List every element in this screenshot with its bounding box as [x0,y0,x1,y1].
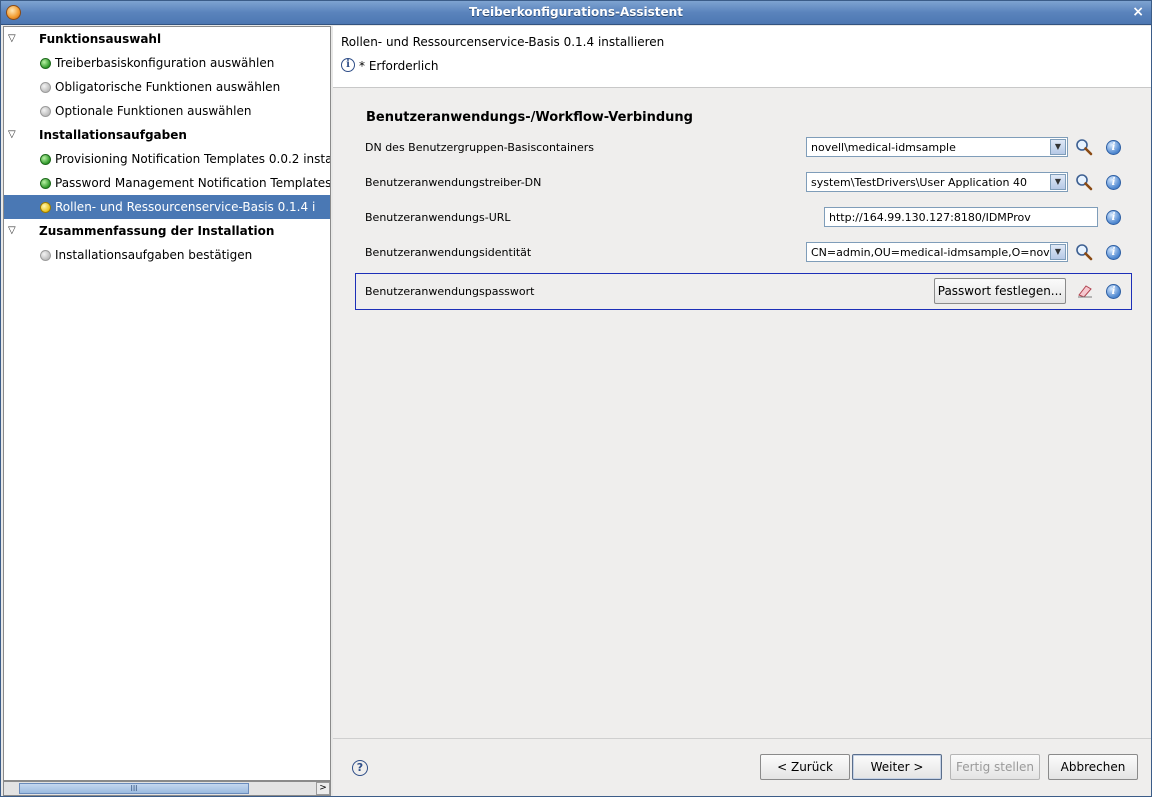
group-container-dn-combo[interactable]: novell\medical-idmsample ▼ [806,137,1068,157]
content-pane: Rollen- und Ressourcenservice-Basis 0.1.… [333,26,1151,796]
info-icon[interactable]: i [1106,245,1121,260]
finish-button[interactable]: Fertig stellen [950,754,1040,780]
tree-item[interactable]: Obligatorische Funktionen auswählen [4,75,330,99]
scroll-right-button[interactable]: > [316,782,330,795]
title-bar[interactable]: Treiberkonfigurations-Assistent × [1,1,1151,25]
chevron-down-icon[interactable]: ▽ [8,129,16,140]
page-header: Rollen- und Ressourcenservice-Basis 0.1.… [333,26,1151,88]
field-label: DN des Benutzergruppen-Basiscontainers [365,141,595,154]
info-icon: i [341,58,355,72]
info-icon[interactable]: i [1106,140,1121,155]
tree-horizontal-scrollbar[interactable]: III > [3,781,331,796]
chevron-down-icon[interactable]: ▽ [8,225,16,236]
field-label: Benutzeranwendungsidentität [365,246,532,259]
required-note: * Erforderlich [359,59,439,73]
divider [333,738,1151,739]
status-complete-icon [40,178,51,189]
page-title: Rollen- und Ressourcenservice-Basis 0.1.… [341,35,665,49]
search-icon[interactable] [1075,138,1093,156]
next-button[interactable]: Weiter > [852,754,942,780]
search-icon[interactable] [1075,173,1093,191]
field-label: Benutzeranwendungstreiber-DN [365,176,542,189]
tree-item[interactable]: Optionale Funktionen auswählen [4,99,330,123]
tree-item[interactable]: Installationsaufgaben bestätigen [4,243,330,267]
wizard-window: Treiberkonfigurations-Assistent × ▽ Funk… [0,0,1152,797]
help-icon[interactable]: ? [352,760,368,776]
status-complete-icon [40,58,51,69]
chevron-down-icon[interactable]: ▼ [1050,244,1066,260]
status-pending-icon [40,106,51,117]
status-complete-icon [40,154,51,165]
tree-group-zusammenfassung[interactable]: ▽ Zusammenfassung der Installation [4,219,330,243]
tree-item[interactable]: Provisioning Notification Templates 0.0.… [4,147,330,171]
url-text[interactable] [825,208,1097,226]
tree-item[interactable]: Password Management Notification Templat… [4,171,330,195]
window-title: Treiberkonfigurations-Assistent [469,5,683,19]
url-input[interactable] [824,207,1098,227]
field-label: Benutzeranwendungs-URL [365,211,511,224]
info-icon[interactable]: i [1106,175,1121,190]
tree-group-installationsaufgaben[interactable]: ▽ Installationsaufgaben [4,123,330,147]
set-password-button[interactable]: Passwort festlegen... [934,278,1066,304]
info-icon[interactable]: i [1106,284,1121,299]
identity-combo[interactable]: CN=admin,OU=medical-idmsample,O=novell ▼ [806,242,1068,262]
steps-tree: ▽ Funktionsauswahl Treiberbasiskonfigura… [3,26,331,781]
driver-dn-combo[interactable]: system\TestDrivers\User Application 40 ▼ [806,172,1068,192]
chevron-down-icon[interactable]: ▼ [1050,139,1066,155]
tree-group-funktionsauswahl[interactable]: ▽ Funktionsauswahl [4,27,330,51]
back-button[interactable]: < Zurück [760,754,850,780]
section-title: Benutzeranwendungs-/Workflow-Verbindung [366,110,693,125]
tree-item-selected[interactable]: Rollen- und Ressourcenservice-Basis 0.1.… [4,195,330,219]
status-pending-icon [40,250,51,261]
chevron-down-icon[interactable]: ▽ [8,33,16,44]
chevron-down-icon[interactable]: ▼ [1050,174,1066,190]
scrollbar-thumb[interactable]: III [19,783,249,794]
cancel-button[interactable]: Abbrechen [1048,754,1138,780]
search-icon[interactable] [1075,243,1093,261]
close-icon[interactable]: × [1132,4,1144,20]
eraser-icon[interactable] [1077,284,1093,298]
tree-item[interactable]: Treiberbasiskonfiguration auswählen [4,51,330,75]
status-pending-icon [40,82,51,93]
status-current-icon [40,202,51,213]
info-icon[interactable]: i [1106,210,1121,225]
field-label: Benutzeranwendungspasswort [365,285,535,298]
